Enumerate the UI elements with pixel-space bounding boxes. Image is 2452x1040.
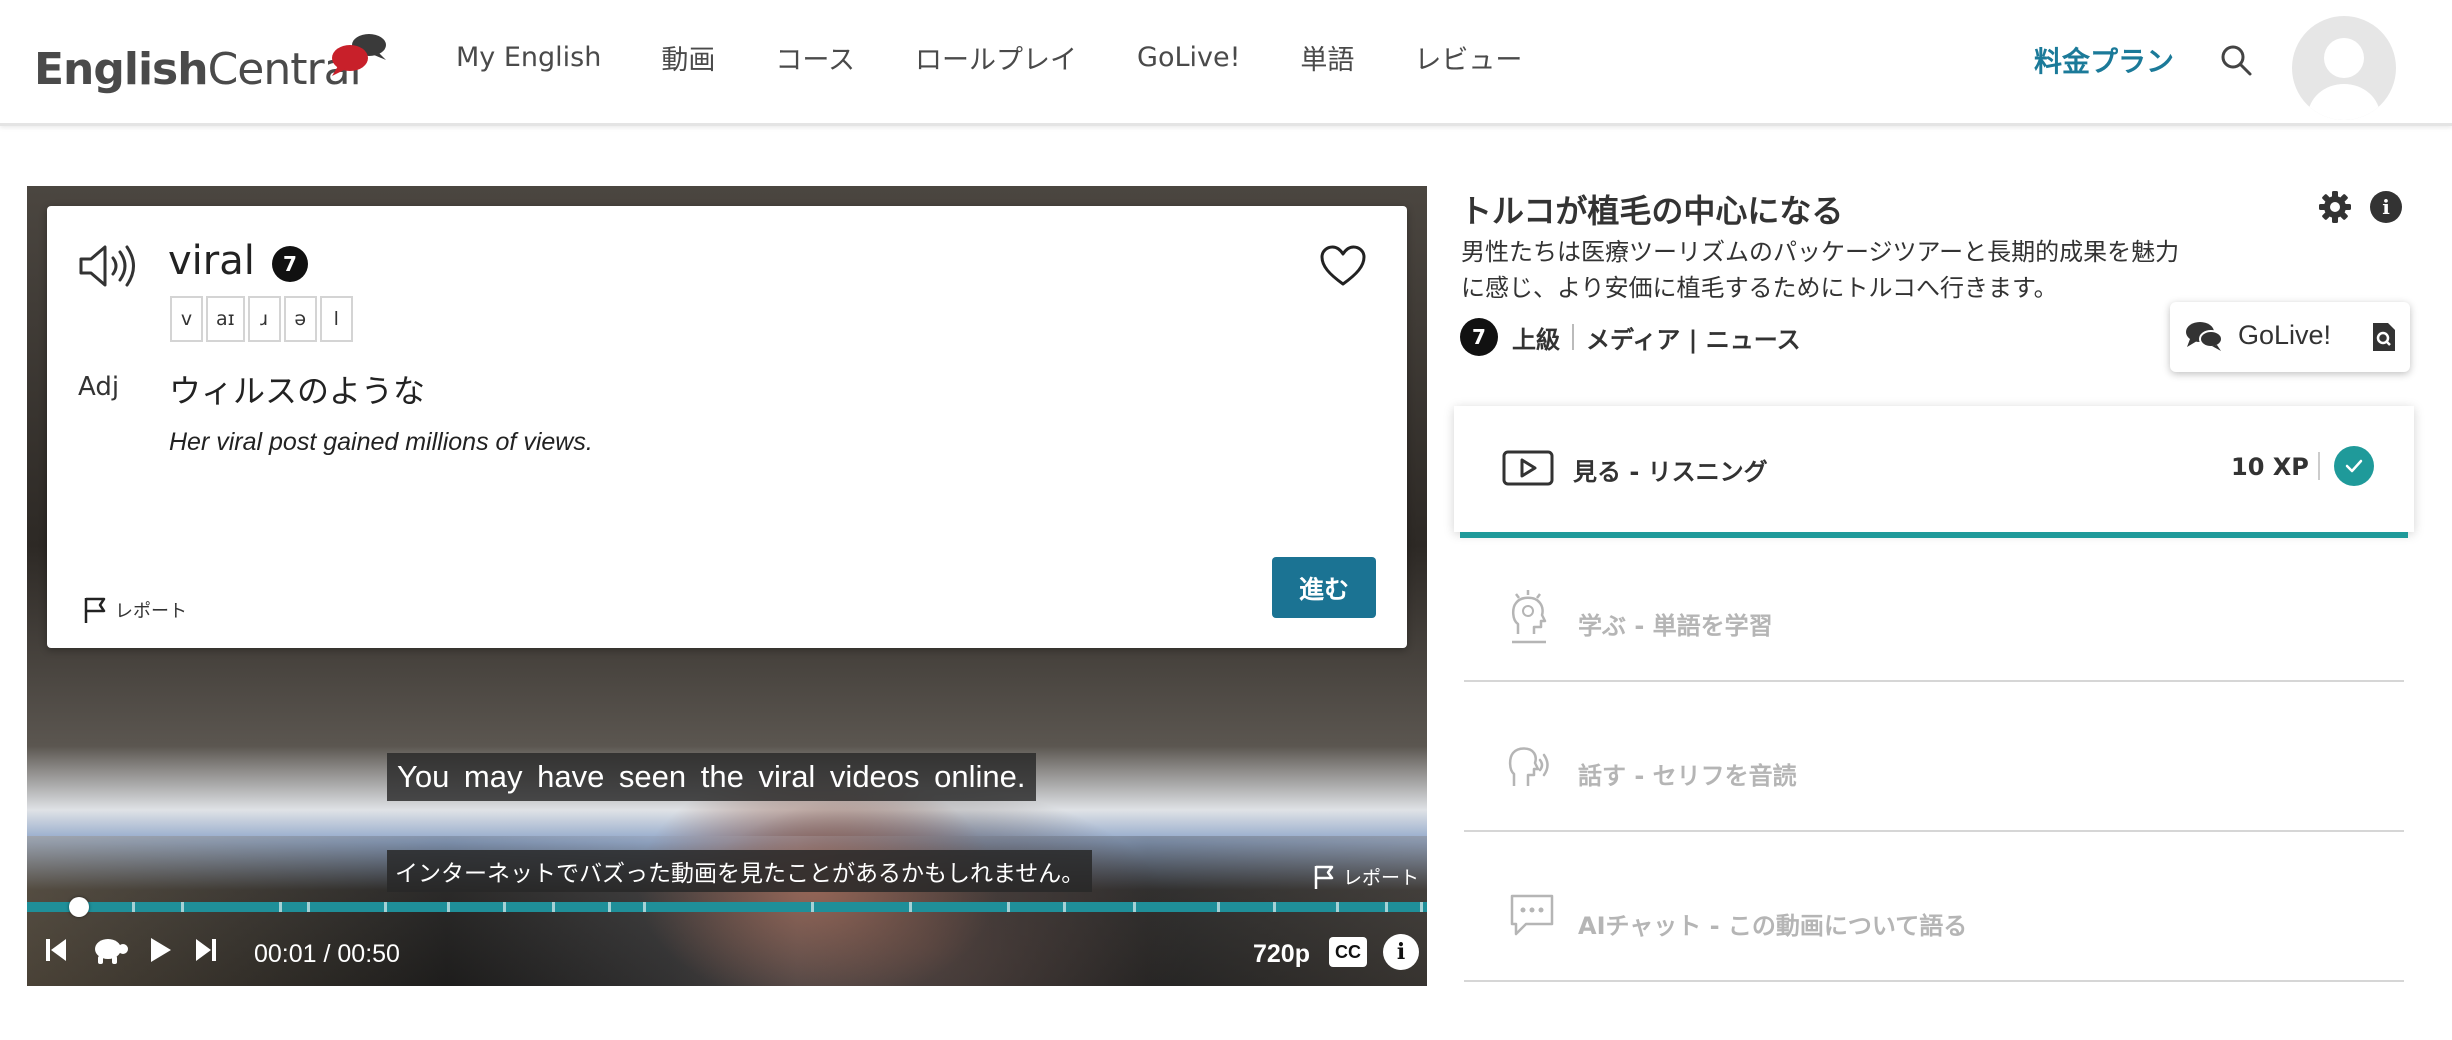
- nav-courses[interactable]: コース: [775, 38, 855, 77]
- proceed-button[interactable]: 進む: [1272, 557, 1376, 618]
- lesson-category[interactable]: メディア | ニュース: [1586, 320, 1801, 355]
- logo-text: EnglishCentral: [34, 44, 362, 95]
- divider: [1572, 324, 1574, 350]
- lightbulb-head-icon: [1512, 590, 1547, 644]
- nav-videos[interactable]: 動画: [661, 38, 715, 77]
- japanese-subtitle[interactable]: インターネットでバズった動画を見たことがあるかもしれません。: [387, 850, 1093, 892]
- step-label: 見る - リスニング: [1573, 458, 1768, 486]
- search-document-icon: [2373, 323, 2395, 351]
- phoneme-tile[interactable]: l: [319, 296, 353, 342]
- cue-marker: [552, 902, 555, 912]
- step-learn-words[interactable]: 学ぶ - 単語を学習: [1464, 532, 2404, 682]
- cue-marker: [1385, 902, 1388, 912]
- top-navigation-bar: EnglishCentral My English 動画 コース ロールプレイ …: [0, 0, 2452, 126]
- report-label: レポート: [1343, 867, 1420, 889]
- closed-captions-button[interactable]: CC: [1329, 937, 1367, 967]
- word-level-badge: 7: [272, 246, 308, 282]
- cue-marker: [643, 902, 646, 912]
- previous-line-icon[interactable]: [45, 936, 67, 964]
- word-definition: ウィルスのような: [169, 372, 426, 410]
- video-progress-bar[interactable]: [27, 902, 1427, 912]
- cue-marker: [307, 902, 310, 912]
- video-description: 男性たちは医療ツーリズムのパッケージツアーと長期的成果を魅力に感じ、より安価に植…: [1461, 238, 2180, 302]
- nav-words[interactable]: 単語: [1300, 38, 1354, 77]
- english-subtitle[interactable]: You may have seen the viral videos onlin…: [387, 753, 1036, 801]
- completed-check-icon: [2334, 446, 2374, 486]
- nav-roleplay[interactable]: ロールプレイ: [915, 38, 1077, 77]
- cue-marker: [1063, 902, 1066, 912]
- golive-button[interactable]: GoLive!: [2170, 302, 2410, 372]
- golive-label: GoLive!: [2238, 320, 2332, 350]
- cue-marker: [279, 902, 282, 912]
- example-sentence: Her viral post gained millions of views.: [169, 428, 593, 456]
- vocabulary-word: viral: [168, 238, 255, 284]
- phoneme-tile[interactable]: ə: [283, 296, 317, 342]
- xp-badge: 10 XP: [2231, 453, 2309, 481]
- player-info-button[interactable]: i: [1383, 934, 1419, 970]
- nav-golive[interactable]: GoLive!: [1137, 42, 1240, 73]
- phoneme-list: v aɪ ɹ ə l: [170, 296, 353, 342]
- chat-bubble-icon: [1510, 894, 1554, 936]
- report-label: レポート: [115, 601, 187, 622]
- phoneme-tile[interactable]: aɪ: [206, 296, 245, 342]
- flag-icon: [84, 597, 106, 623]
- cue-marker: [1336, 902, 1339, 912]
- gear-icon[interactable]: [2318, 190, 2352, 224]
- phoneme-tile[interactable]: ɹ: [247, 296, 281, 342]
- cue-marker: [1007, 902, 1010, 912]
- playback-time: 00:01 / 00:50: [254, 940, 400, 968]
- nav-my-english[interactable]: My English: [456, 42, 601, 73]
- flag-icon: [1314, 865, 1334, 889]
- cue-marker: [811, 902, 814, 912]
- heart-icon[interactable]: [1319, 244, 1367, 288]
- cue-marker: [1273, 902, 1276, 912]
- word-definition-card: viral 7 v aɪ ɹ ə l Adj ウィルスのような Her vira…: [47, 206, 1407, 648]
- slow-speed-turtle-icon[interactable]: [91, 934, 129, 966]
- cue-marker: [384, 902, 387, 912]
- player-controls: 00:01 / 00:50 720p CC i: [27, 922, 1427, 986]
- user-avatar[interactable]: [2292, 16, 2396, 120]
- level-name: 上級: [1512, 325, 1560, 354]
- step-label: AIチャット - この動画について語る: [1578, 912, 1968, 940]
- cue-marker: [1420, 902, 1423, 912]
- video-title: トルコが植毛の中心になる: [1460, 192, 1844, 230]
- step-speak-read-aloud[interactable]: 話す - セリフを音読: [1464, 682, 2404, 832]
- step-watch-listening[interactable]: 見る - リスニング 10 XP: [1454, 406, 2414, 538]
- logo-speech-bubbles-icon: [332, 34, 386, 76]
- cue-marker: [1133, 902, 1136, 912]
- next-line-icon[interactable]: [195, 936, 217, 964]
- divider: [2318, 452, 2320, 480]
- step-label: 話す - セリフを音読: [1578, 762, 1797, 790]
- video-report-button[interactable]: レポート: [1313, 863, 1419, 890]
- nav-review[interactable]: レビュー: [1414, 38, 1522, 77]
- cue-marker: [132, 902, 135, 912]
- cue-marker: [909, 902, 912, 912]
- speaker-icon[interactable]: [77, 242, 139, 290]
- cue-marker: [181, 902, 184, 912]
- cue-marker: [608, 902, 611, 912]
- lesson-level-badge: 7: [1460, 318, 1498, 356]
- play-video-icon: [1502, 450, 1554, 486]
- part-of-speech: Adj: [78, 372, 120, 402]
- video-player[interactable]: viral 7 v aɪ ɹ ə l Adj ウィルスのような Her vira…: [27, 186, 1427, 986]
- play-icon[interactable]: [149, 936, 173, 964]
- pricing-plan-link[interactable]: 料金プラン: [2034, 40, 2174, 80]
- default-user-icon: [2308, 38, 2380, 120]
- speaking-head-icon: [1508, 747, 1549, 786]
- phoneme-tile[interactable]: v: [170, 296, 203, 342]
- step-label: 学ぶ - 単語を学習: [1578, 612, 1773, 640]
- search-icon[interactable]: [2218, 42, 2254, 78]
- cue-marker: [447, 902, 450, 912]
- cue-marker: [1217, 902, 1220, 912]
- lesson-info-icon[interactable]: i: [2370, 191, 2402, 223]
- cue-marker: [503, 902, 506, 912]
- quality-selector[interactable]: 720p: [1253, 940, 1310, 969]
- main-nav: My English 動画 コース ロールプレイ GoLive! 単語 レビュー: [456, 38, 1582, 77]
- step-ai-chat[interactable]: AIチャット - この動画について語る: [1464, 832, 2404, 982]
- report-button[interactable]: レポート: [83, 596, 187, 624]
- progress-scrubber-handle[interactable]: [69, 897, 89, 917]
- lesson-meta: 7 上級 メディア | ニュース: [1460, 318, 1801, 356]
- englishcentral-logo[interactable]: EnglishCentral: [34, 32, 386, 95]
- chat-bubbles-icon: [2186, 322, 2223, 351]
